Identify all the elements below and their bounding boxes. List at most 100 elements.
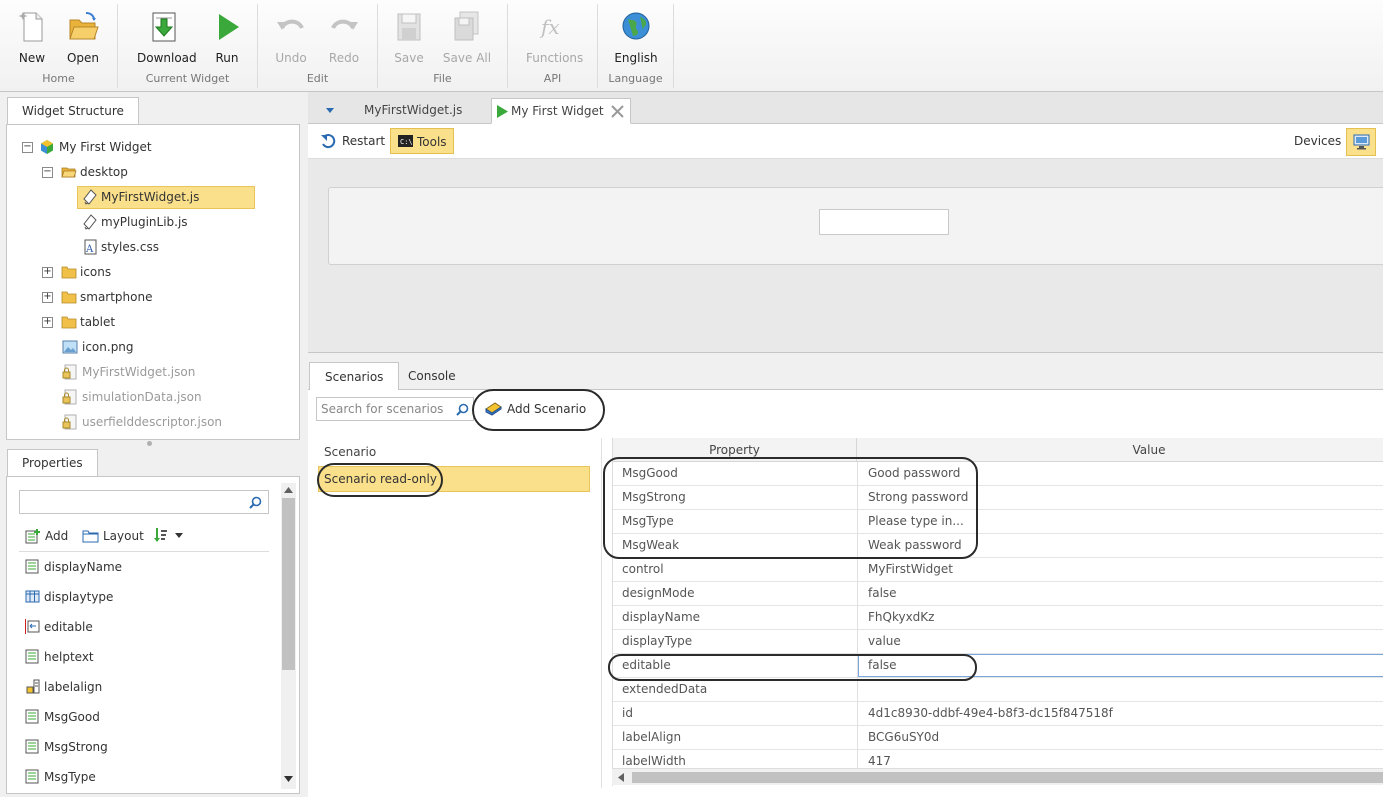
text-property-icon [25,709,39,724]
restart-label: Restart [342,134,386,148]
search-icon[interactable] [456,403,469,416]
functions-button[interactable]: fx Functions [526,10,584,65]
save-button[interactable]: Save [382,10,436,65]
search-icon[interactable] [249,496,262,509]
language-english-button[interactable]: English [609,10,663,65]
table-row[interactable]: control MyFirstWidget [613,558,1383,582]
close-tab-icon[interactable] [611,105,624,118]
column-splitter[interactable] [601,438,602,788]
scrollbar-thumb[interactable] [282,498,295,670]
tree-item-tablet[interactable]: + tablet [7,311,287,333]
tree-item-icon-png[interactable]: icon.png [7,336,287,358]
table-row[interactable]: MsgType Please type in... [613,510,1383,534]
collapse-toggle[interactable]: − [22,142,33,153]
console-tools-icon: C:\ [398,135,413,147]
functions-fx-icon: fx [539,15,560,39]
devices-button[interactable] [1346,128,1376,156]
tab-properties[interactable]: Properties [7,449,98,478]
save-all-button[interactable]: Save All [440,10,494,65]
table-row[interactable]: labelAlign BCG6uSY0d [613,726,1383,750]
tree-item-label: MyFirstWidget.json [82,365,196,379]
property-name: control [622,562,664,576]
folder-icon [61,266,77,279]
table-row[interactable]: MsgStrong Strong password [613,486,1383,510]
scenario-item-read-only[interactable]: Scenario read-only [318,466,590,492]
tab-my-first-widget[interactable]: My First Widget [491,98,631,124]
tree-item-desktop[interactable]: − desktop [7,161,287,183]
table-row[interactable]: designMode false [613,582,1383,606]
table-row[interactable]: id 4d1c8930-ddbf-49e4-b8f3-dc15f847518f [613,702,1383,726]
scenario-search-input[interactable] [317,398,455,420]
run-button[interactable]: Run [200,10,254,65]
new-button[interactable]: New [5,10,59,65]
value-edit-field[interactable] [858,654,1383,677]
scenario-search-box [316,397,474,421]
property-value: MyFirstWidget [868,562,953,576]
redo-button-label: Redo [328,51,360,65]
undo-icon [277,19,304,30]
property-item-label: editable [44,620,93,634]
download-button[interactable]: Download [137,10,197,65]
table-row[interactable]: displayName FhQkyxdKz [613,606,1383,630]
functions-button-label: Functions [526,51,584,65]
table-row[interactable]: displayType value [613,630,1383,654]
sort-dropdown-button[interactable] [153,527,185,545]
column-header-property[interactable]: Property [613,438,857,462]
tree-item-mypluginlib-js[interactable]: myPluginLib.js [7,211,287,233]
tab-myfirstwidget-js[interactable]: MyFirstWidget.js [356,98,486,124]
tree-item-smartphone[interactable]: + smartphone [7,286,287,308]
tab-console[interactable]: Console [393,362,471,391]
tab-list-dropdown-icon[interactable] [326,108,334,113]
tools-label: Tools [417,135,447,149]
properties-add-button[interactable]: Add [25,526,68,546]
panel-splitter-handle[interactable] [147,441,152,446]
text-property-icon [25,649,39,664]
tree-item-label: My First Widget [59,140,152,154]
table-row[interactable]: MsgGood Good password [613,462,1383,486]
new-file-icon [18,12,43,42]
tab-widget-structure[interactable]: Widget Structure [7,97,139,126]
property-value: FhQkyxdKz [868,610,935,624]
ribbon-group-label-api: API [543,72,562,85]
undo-button[interactable]: Undo [264,10,318,65]
property-grid-horizontal-scrollbar[interactable] [612,768,1383,785]
download-icon [152,12,176,42]
tools-button[interactable]: C:\ Tools [390,128,454,154]
tree-item-userfielddescriptor-json[interactable]: userfielddescriptor.json [7,411,287,433]
tree-item-myfirstwidget-js[interactable]: MyFirstWidget.js [7,186,287,208]
run-play-icon [219,14,239,40]
collapse-toggle[interactable]: − [42,167,53,178]
tree-item-styles-css[interactable]: A styles.css [7,236,287,258]
table-row[interactable]: extendedData [613,678,1383,702]
column-header-value[interactable]: Value [858,438,1383,462]
tree-item-my-first-widget[interactable]: − My First Widget [7,136,287,158]
tree-item-label: icons [80,265,112,279]
properties-layout-button[interactable]: Layout [82,526,144,546]
password-preview-input[interactable] [819,209,949,235]
scenario-item-label: Scenario read-only [324,472,437,486]
table-row[interactable]: MsgWeak Weak password [613,534,1383,558]
expand-toggle[interactable]: + [42,317,53,328]
scroll-down-arrow-icon[interactable] [284,776,293,782]
scrollbar-thumb[interactable] [632,772,1383,783]
tree-item-simulationdata-json[interactable]: simulationData.json [7,386,287,408]
table-row-editing[interactable]: editable false [613,654,1383,678]
scroll-up-arrow-icon[interactable] [284,487,293,493]
properties-search-input[interactable] [20,491,240,513]
tree-item-myfirstwidget-json[interactable]: MyFirstWidget.json [7,361,287,383]
expand-toggle[interactable]: + [42,292,53,303]
tab-scenarios[interactable]: Scenarios [309,362,400,391]
scroll-left-arrow-icon[interactable] [618,773,624,782]
sort-icon [154,528,167,542]
add-label: Add [45,529,69,543]
js-file-icon [83,214,97,230]
svg-text:A: A [85,244,94,255]
expand-toggle[interactable]: + [42,267,53,278]
add-scenario-button[interactable]: Add Scenario [485,399,586,419]
properties-scrollbar[interactable] [281,483,296,789]
tree-item-label: myPluginLib.js [101,215,188,229]
redo-button[interactable]: Redo [317,10,371,65]
open-button[interactable]: Open [56,10,110,65]
restart-button[interactable]: Restart [320,128,385,154]
tree-item-icons[interactable]: + icons [7,261,287,283]
